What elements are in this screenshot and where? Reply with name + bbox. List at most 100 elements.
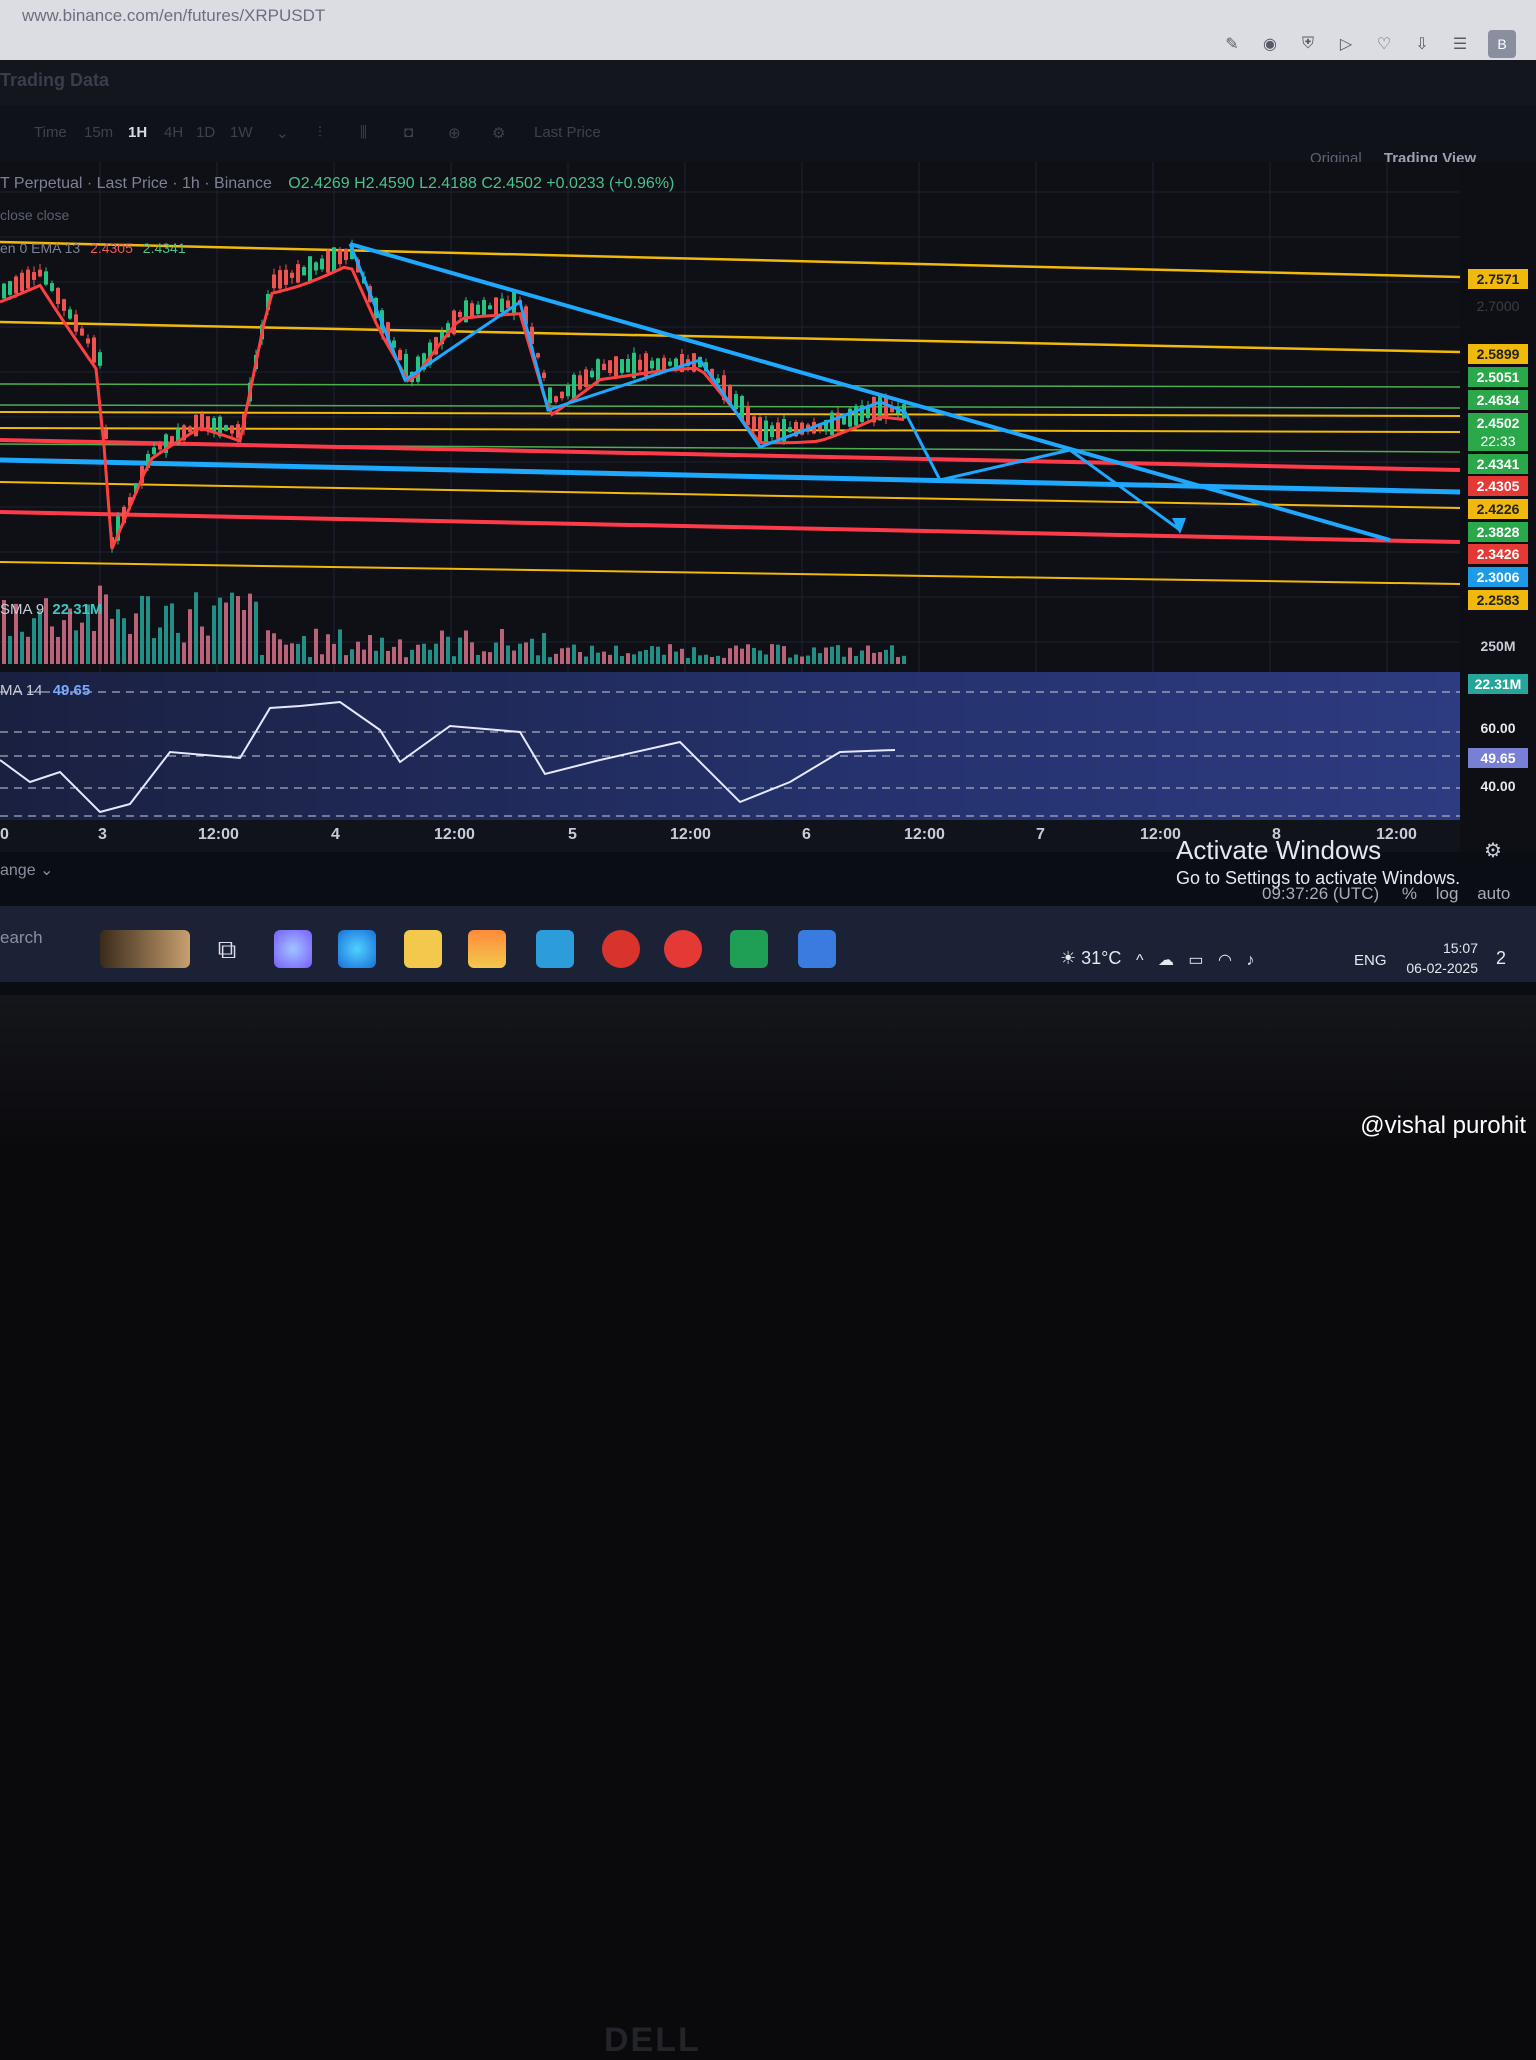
- candle-body: [752, 416, 756, 429]
- volume-bar: [800, 656, 804, 664]
- log-toggle[interactable]: log: [1436, 884, 1459, 903]
- play-icon[interactable]: ▷: [1336, 34, 1356, 54]
- tray-icons[interactable]: ^ ☁ ▭ ◠ ♪: [1136, 950, 1254, 970]
- shield-icon[interactable]: ⛨: [1298, 34, 1318, 54]
- copilot-icon[interactable]: [274, 930, 312, 968]
- volume-bar: [512, 650, 516, 664]
- vivaldi-icon[interactable]: [602, 930, 640, 968]
- volume-bar: [200, 626, 204, 664]
- file-explorer-icon[interactable]: [404, 930, 442, 968]
- download-icon[interactable]: ⇩: [1412, 34, 1432, 54]
- candle-body: [344, 248, 348, 261]
- volume-bar: [404, 657, 408, 664]
- volume-bar: [428, 649, 432, 664]
- indicator-icon[interactable]: ⫶: [318, 124, 322, 141]
- chevron-up-icon[interactable]: ^: [1136, 952, 1144, 969]
- system-clock[interactable]: 15:07 06-02-2025: [1398, 940, 1478, 976]
- interval-1h[interactable]: 1H: [128, 124, 147, 141]
- price-type-select[interactable]: Last Price: [534, 124, 601, 141]
- volume-bar: [248, 593, 252, 664]
- calculator-icon[interactable]: [798, 930, 836, 968]
- edit-icon[interactable]: ✎: [1222, 34, 1242, 54]
- date-range-selector[interactable]: ange ⌄: [0, 860, 53, 880]
- candle-body: [536, 353, 540, 358]
- volume-bar: [578, 651, 582, 664]
- volume-bar: [818, 653, 822, 664]
- auto-toggle[interactable]: auto: [1477, 884, 1510, 903]
- interval-1d[interactable]: 1D: [196, 124, 215, 141]
- price-tag-2-3426: 2.3426: [1468, 544, 1528, 564]
- price-axis[interactable]: 2.7571 2.7000 2.5899 2.5051 2.4634 2.450…: [1460, 162, 1536, 852]
- volume-bar: [320, 654, 324, 664]
- volume-bar: [332, 643, 336, 664]
- volume-bar: [314, 628, 318, 664]
- profile-avatar[interactable]: B: [1488, 30, 1516, 58]
- candle-body: [308, 256, 312, 282]
- volume-bar: [146, 596, 150, 664]
- taskbar-search[interactable]: earch: [0, 928, 43, 948]
- chevron-down-icon[interactable]: ⌄: [276, 124, 289, 142]
- percent-toggle[interactable]: %: [1402, 884, 1417, 903]
- support-resistance-line: [0, 561, 1461, 585]
- symbol-info: T Perpetual · Last Price · 1h · Binance: [0, 175, 272, 192]
- volume-bar: [680, 648, 684, 664]
- guitar-icon[interactable]: [100, 930, 190, 968]
- volume-bar: [692, 647, 696, 664]
- mail-icon[interactable]: [536, 930, 574, 968]
- volume-bar: [662, 654, 666, 664]
- gear-icon[interactable]: ⚙: [492, 124, 505, 142]
- volume-bar: [854, 655, 858, 664]
- candle-body: [26, 269, 30, 289]
- candle-body: [272, 274, 276, 289]
- camera-icon[interactable]: ◘: [404, 124, 413, 141]
- support-resistance-line: [0, 240, 1461, 279]
- volume-bar: [554, 653, 558, 664]
- candle-body: [302, 266, 306, 276]
- volume-bar: [890, 645, 894, 664]
- candles-icon[interactable]: ⫼: [360, 124, 367, 141]
- volume-bar: [392, 646, 396, 664]
- volume-bar: [212, 605, 216, 664]
- excel-icon[interactable]: [730, 930, 768, 968]
- url-text[interactable]: www.binance.com/en/futures/XRPUSDT: [22, 6, 325, 26]
- time-label: 12:00: [434, 826, 475, 843]
- volume-bar: [590, 645, 594, 664]
- volume-icon[interactable]: ♪: [1246, 952, 1254, 969]
- store-icon[interactable]: [468, 930, 506, 968]
- task-view-icon[interactable]: ⧉: [208, 930, 246, 968]
- candle-body: [572, 374, 576, 399]
- candle-body: [650, 360, 654, 369]
- volume-bar: [842, 656, 846, 664]
- plus-circle-icon[interactable]: ⊕: [448, 124, 461, 142]
- camera-icon[interactable]: ◉: [1260, 34, 1280, 54]
- language-indicator[interactable]: ENG: [1354, 952, 1387, 969]
- volume-bar: [62, 620, 66, 664]
- opera-icon[interactable]: [664, 930, 702, 968]
- edge-browser-icon[interactable]: [338, 930, 376, 968]
- interval-4h[interactable]: 4H: [164, 124, 183, 141]
- heart-icon[interactable]: ♡: [1374, 34, 1394, 54]
- candle-body: [398, 349, 402, 361]
- candle-body: [230, 425, 234, 434]
- interval-15m[interactable]: 15m: [84, 124, 113, 141]
- candle-body: [488, 305, 492, 310]
- countdown-tag: 22:33: [1468, 431, 1528, 451]
- rsi-pane[interactable]: [0, 672, 1460, 820]
- candle-body: [854, 405, 858, 426]
- candle-body: [194, 414, 198, 437]
- notification-icon[interactable]: 2: [1496, 948, 1506, 969]
- price-tag-2-5899: 2.5899: [1468, 344, 1528, 364]
- interval-1w[interactable]: 1W: [230, 124, 253, 141]
- section-title: Trading Data: [0, 70, 110, 90]
- battery-icon[interactable]: ▭: [1188, 952, 1203, 969]
- candle-body: [482, 299, 486, 317]
- menu-icon[interactable]: ☰: [1450, 34, 1470, 54]
- weather-widget[interactable]: ☀ 31°C: [1060, 948, 1121, 969]
- volume-bar: [152, 638, 156, 664]
- wifi-icon[interactable]: ◠: [1218, 952, 1232, 969]
- chart-settings-icon[interactable]: ⚙: [1484, 838, 1508, 862]
- volume-bar: [776, 644, 780, 664]
- cloud-icon[interactable]: ☁: [1158, 952, 1174, 969]
- activate-title: Activate Windows: [1176, 835, 1382, 865]
- volume-ma-value: 22.31M: [52, 601, 103, 618]
